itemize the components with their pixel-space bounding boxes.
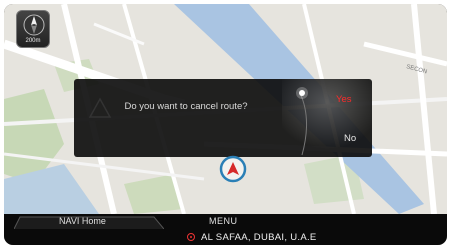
navigation-screen: SECON 200m Do you want to cancel route? — [4, 4, 447, 245]
selection-glow — [282, 79, 372, 157]
menu-button[interactable]: MENU — [209, 216, 238, 226]
cancel-route-dialog: Do you want to cancel route? Yes No — [74, 79, 372, 157]
dialog-message: Do you want to cancel route? — [124, 101, 248, 112]
map-scale-label: 200m — [25, 38, 41, 44]
current-address: AL SAFAA, DUBAI, U.A.E — [187, 232, 317, 243]
navi-home-button[interactable]: NAVI Home — [14, 216, 164, 229]
compass-icon — [23, 14, 45, 36]
navi-home-label: NAVI Home — [59, 216, 106, 226]
location-pin-icon — [187, 233, 195, 241]
address-text: AL SAFAA, DUBAI, U.A.E — [201, 232, 317, 243]
no-button[interactable]: No — [344, 133, 356, 144]
warning-icon — [88, 97, 112, 118]
vehicle-position-icon — [219, 155, 247, 183]
yes-button[interactable]: Yes — [336, 94, 352, 105]
compass-button[interactable]: 200m — [16, 10, 50, 48]
